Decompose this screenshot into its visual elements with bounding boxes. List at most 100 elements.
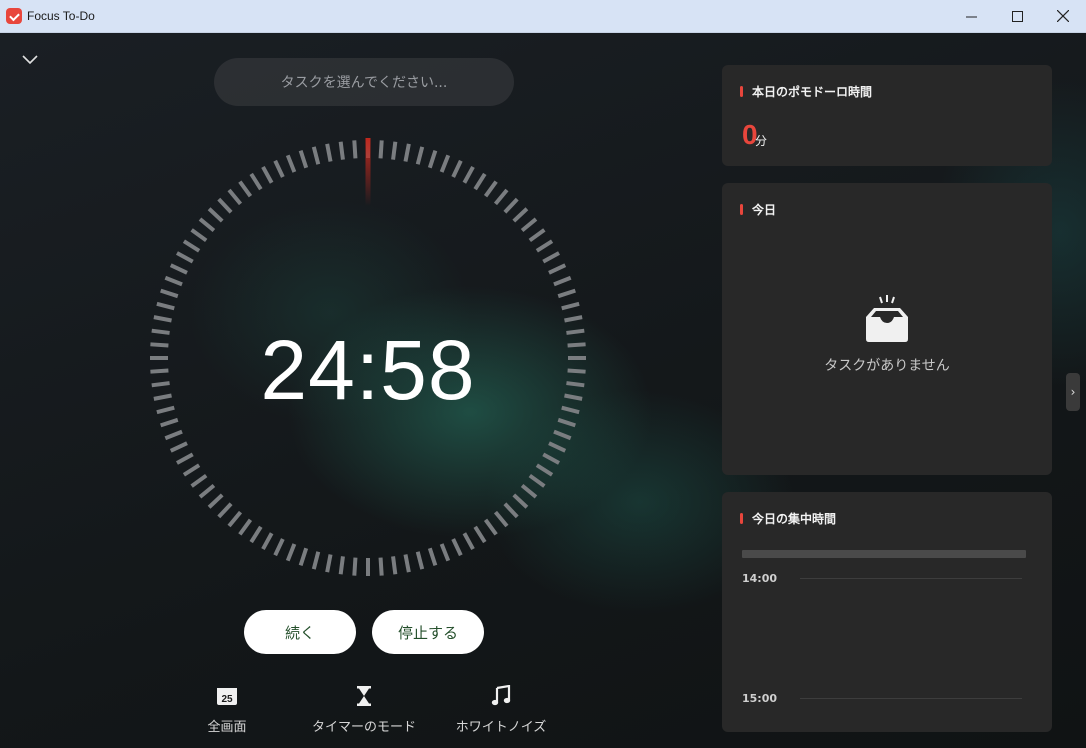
empty-inbox-icon [866,295,908,342]
progress-marker [365,138,371,206]
white-noise-tool[interactable]: ホワイトノイズ [448,684,554,735]
fullscreen-tool[interactable]: 25 全画面 [196,684,258,735]
minimize-button[interactable] [948,0,994,32]
ring-tick [182,463,201,477]
ring-tick [566,381,585,388]
today-title: 今日 [752,203,777,217]
ring-tick [249,525,263,544]
ring-tick [325,554,333,573]
ring-tick [325,143,333,162]
ring-tick [217,197,233,214]
time-gridline: 15:00 [742,692,1022,705]
ring-tick [378,557,384,576]
ring-tick [503,197,519,214]
ring-tick [483,180,498,198]
ring-tick [238,518,253,536]
ring-tick [261,166,274,184]
ring-tick [217,502,233,519]
ring-tick [164,429,183,441]
ring-tick [176,452,194,465]
ring-tick [557,417,576,428]
focus-time-panel: 今日の集中時間 14:00 15:00 [722,492,1052,732]
ring-tick [169,263,188,275]
ring-tick [542,251,560,264]
ring-tick [493,510,509,528]
ring-tick [338,141,345,160]
ring-tick [462,166,475,184]
ring-tick [151,328,170,335]
pomodoro-today-title: 本日のポモドーロ時間 [752,85,873,99]
ring-tick [164,275,183,287]
ring-tick [249,172,263,191]
ring-tick [198,217,216,233]
pomodoro-today-header: 本日のポモドーロ時間 [740,83,872,100]
window-title: Focus To-Do [27,9,95,23]
ring-tick [415,146,425,165]
ring-tick [493,188,509,206]
ring-tick [160,417,179,428]
ring-tick [512,207,529,223]
ring-tick [561,301,580,311]
ring-tick [473,172,487,191]
ring-tick [451,538,463,557]
ring-tick [403,554,411,573]
ring-tick [273,538,285,557]
app-logo-icon [6,8,22,24]
continue-button[interactable]: 続く [244,610,356,654]
ring-tick [483,518,498,536]
focus-time-track [742,550,1026,558]
ring-tick [338,556,345,575]
ring-tick [261,532,274,550]
ring-tick [566,328,585,335]
accent-bar [740,86,743,97]
calendar-icon: 25 [216,684,238,708]
ring-tick [462,532,475,550]
hourglass-icon [356,684,372,708]
ring-tick [176,251,194,264]
ring-tick [451,159,463,178]
timer-mode-label: タイマーのモード [311,720,416,735]
pomodoro-today-panel: 本日のポモドーロ時間 0 分 [722,65,1052,166]
timer-mode-tool[interactable]: タイマーのモード [306,684,422,735]
time-label: 14:00 [742,572,778,585]
time-label: 15:00 [742,692,778,705]
ring-tick [207,207,224,223]
minimize-icon [965,16,977,17]
ring-tick [473,525,487,544]
ring-tick [403,143,411,162]
ring-tick [182,239,201,253]
empty-state: タスクがありません [722,295,1052,375]
ring-tick [535,463,554,477]
maximize-button[interactable] [994,0,1040,32]
ring-tick [298,547,309,566]
ring-tick [227,510,243,528]
ring-tick [378,140,384,159]
ring-tick [427,150,438,169]
ring-tick [512,493,529,509]
ring-tick [391,556,398,575]
ring-tick [439,154,451,173]
ring-tick [160,288,179,299]
ring-tick [535,239,554,253]
ring-tick [151,381,170,388]
ring-tick [311,146,321,165]
gridline [800,578,1022,579]
ring-tick [298,150,309,169]
ring-tick [548,441,567,453]
today-header: 今日 [740,201,776,218]
collapse-chevron-icon[interactable] [22,52,38,68]
stop-button[interactable]: 停止する [372,610,484,654]
time-gridline: 14:00 [742,572,1022,585]
ring-tick [273,159,285,178]
empty-tasks-text: タスクがありません [824,358,950,374]
ring-tick [439,543,451,562]
expand-side-button[interactable]: › [1066,373,1080,411]
ring-tick [415,551,425,570]
task-select-button[interactable]: タスクを選んでください... [214,58,514,106]
pomodoro-minutes-unit: 分 [755,134,768,148]
close-button[interactable] [1040,0,1086,32]
ring-tick [548,263,567,275]
ring-tick [542,452,560,465]
ring-tick [285,543,297,562]
today-tasks-panel: 今日 タスクがありません [722,183,1052,475]
